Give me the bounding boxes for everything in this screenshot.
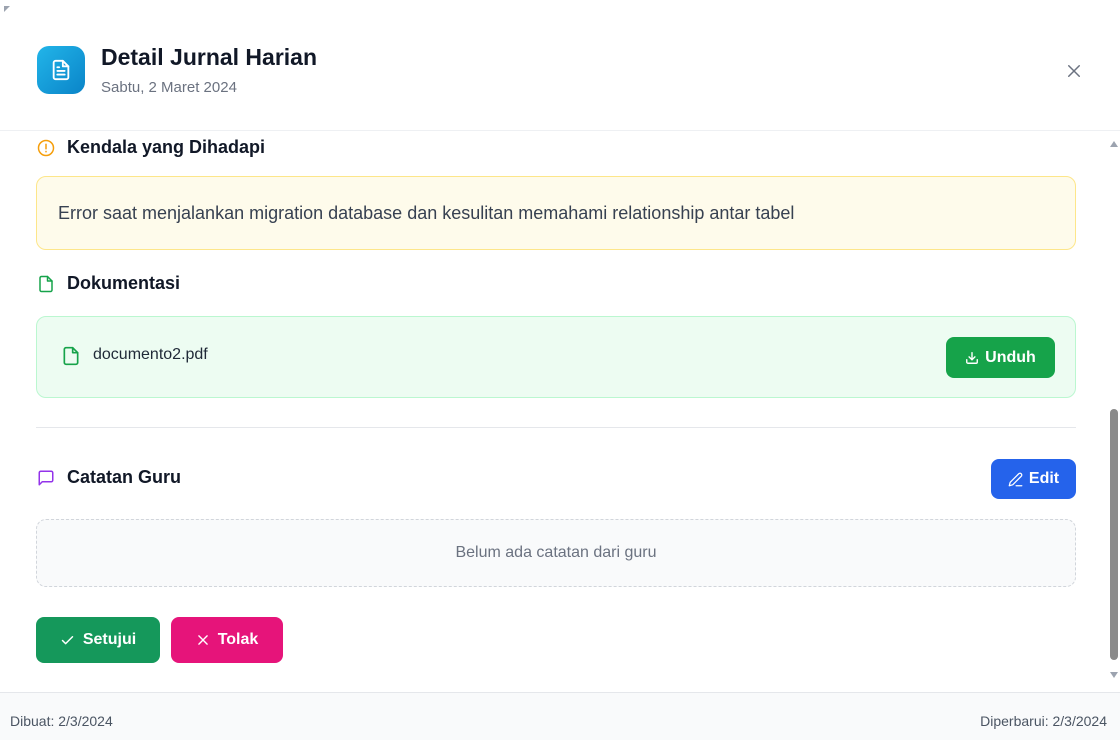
download-button[interactable]: Unduh: [946, 337, 1055, 378]
x-icon: [197, 635, 208, 645]
check-icon: [61, 635, 74, 644]
reject-label: Tolak: [217, 631, 259, 648]
modal-footer: Dibuat: 2/3/2024 Diperbarui: 2/3/2024: [0, 692, 1120, 740]
document-file-name: documento2.pdf: [93, 346, 208, 363]
catatan-section-header: Catatan Guru: [37, 467, 181, 488]
approve-label: Setujui: [82, 631, 137, 648]
edit-note-button[interactable]: Edit: [991, 459, 1076, 499]
kendala-title: Kendala yang Dihadapi: [67, 137, 266, 157]
document-icon: [37, 46, 85, 94]
message-square-icon: [38, 470, 54, 485]
teacher-note-empty: Belum ada catatan dari guru: [455, 544, 657, 561]
kendala-section-header: Kendala yang Dihadapi: [37, 137, 265, 158]
download-label: Unduh: [985, 348, 1036, 366]
pencil-icon: [1008, 472, 1023, 486]
updated-date: Diperbarui: 2/3/2024: [980, 713, 1107, 729]
dokumentasi-section-header: Dokumentasi: [37, 273, 180, 294]
reject-button[interactable]: Tolak: [171, 617, 283, 663]
kendala-box: Error saat menjalankan migration databas…: [36, 176, 1076, 250]
modal-title: Detail Jurnal Harian: [101, 44, 318, 70]
modal-body[interactable]: Kendala yang Dihadapi Error saat menjala…: [0, 131, 1108, 692]
pdf-file-icon: [63, 346, 79, 366]
close-button[interactable]: [1062, 59, 1086, 83]
vertical-scrollbar[interactable]: [1108, 131, 1120, 692]
edit-label: Edit: [1028, 470, 1060, 487]
created-date: Dibuat: 2/3/2024: [10, 713, 113, 729]
journal-date: Sabtu, 2 Maret 2024: [101, 79, 237, 96]
download-icon: [966, 351, 979, 364]
file-icon: [39, 275, 53, 292]
scroll-up-arrow-icon[interactable]: [1110, 141, 1118, 147]
journal-detail-modal: Detail Jurnal Harian Sabtu, 2 Maret 2024…: [0, 0, 1120, 740]
alert-circle-icon: [37, 139, 55, 156]
close-icon: [1068, 65, 1080, 77]
kendala-text: Error saat menjalankan migration databas…: [58, 202, 795, 223]
scrollbar-thumb[interactable]: [1110, 409, 1118, 660]
document-item: documento2.pdf Unduh: [36, 316, 1076, 398]
approve-button[interactable]: Setujui: [36, 617, 160, 663]
teacher-note-box: Belum ada catatan dari guru: [36, 519, 1076, 587]
catatan-title: Catatan Guru: [67, 467, 182, 487]
dokumentasi-title: Dokumentasi: [67, 273, 181, 293]
scroll-down-arrow-icon[interactable]: [1110, 672, 1118, 678]
section-divider: [36, 427, 1076, 428]
modal-header: Detail Jurnal Harian Sabtu, 2 Maret 2024: [0, 0, 1120, 131]
